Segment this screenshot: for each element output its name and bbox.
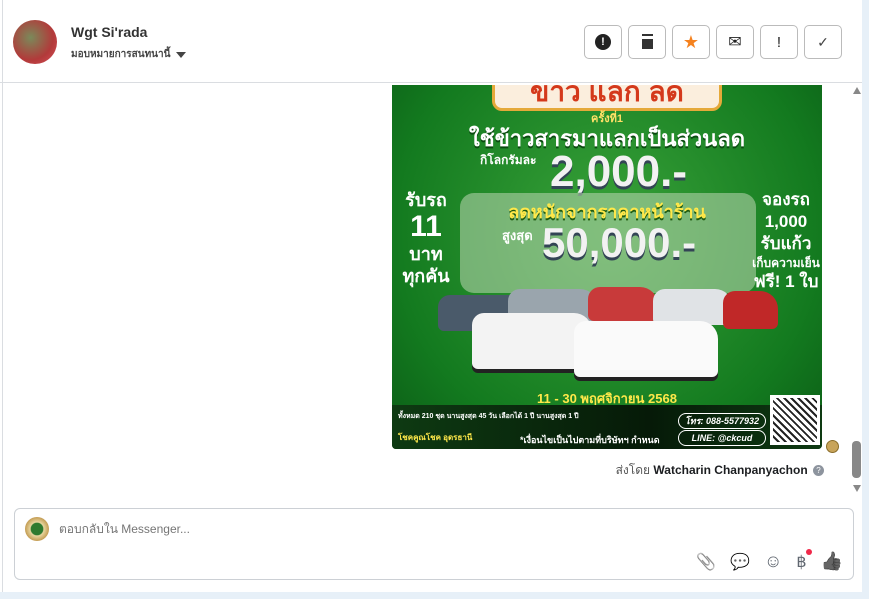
spam-button[interactable]: ! [584, 25, 622, 59]
exclamation-icon: ! [776, 33, 782, 51]
page-edge-bottom [0, 592, 869, 599]
alert-circle-icon: ! [595, 34, 611, 50]
like-icon[interactable]: 👍 [821, 551, 843, 572]
sent-by-label: ส่งโดย Watcharin Chanpanyachon ? [616, 461, 824, 480]
scroll-up-arrow[interactable] [853, 87, 861, 94]
poster-right-line: 1,000 [764, 212, 808, 231]
caret-down-icon [176, 51, 187, 58]
notification-dot [805, 548, 812, 555]
conversation-header: Wgt Si'rada มอบหมายการสนทนานี้ ! ★ ✉ ! ✓ [0, 0, 862, 83]
envelope-icon: ✉ [728, 34, 742, 51]
mark-unread-button[interactable]: ✉ [716, 25, 754, 59]
poster-right-offer: จองรถ 1,000 รับแก้ว เก็บความเย็น ฟรี! 1 … [752, 189, 820, 293]
composer-toolbar: 📎 💬 ☺ ฿ 👍 [696, 548, 843, 572]
check-icon: ✓ [817, 33, 829, 50]
poster-left-line: รับรถ [405, 190, 447, 210]
poster-left-line: 11 [410, 210, 442, 243]
delete-button[interactable] [628, 25, 666, 59]
poster-left-offer: รับรถ 11 บาท ทุกคัน [396, 189, 456, 287]
page-avatar-small [826, 440, 839, 453]
poster-right-line: รับแก้ว [760, 234, 812, 253]
scrollbar-thumb[interactable] [852, 441, 861, 478]
poster-left-line: บาท [409, 244, 443, 264]
poster-right-line: จองรถ [762, 190, 810, 209]
qr-code-icon [770, 395, 820, 445]
assign-conversation-dropdown[interactable]: มอบหมายการสนทนานี้ [71, 47, 187, 62]
conversation-actions: ! ★ ✉ ! ✓ [584, 25, 842, 59]
poster-conditions: *เงื่อนไขเป็นไปตามที่บริษัทฯ กำหนด [520, 435, 660, 445]
mark-done-button[interactable]: ✓ [804, 25, 842, 59]
poster-brand: โชคคูณโชค อุดรธานี [398, 433, 473, 442]
poster-phone: โทร: 088-5577932 [678, 413, 766, 429]
poster-left-line: ทุกคัน [402, 266, 450, 286]
trash-icon [641, 35, 653, 49]
follow-up-button[interactable]: ! [760, 25, 798, 59]
reply-input[interactable] [59, 522, 659, 536]
poster-title: ข้าว แลก ลด [492, 85, 722, 111]
page-edge [862, 0, 869, 599]
poster-amount-2: 50,000.- [542, 219, 697, 266]
poster-per-kg: กิโลกรัมละ [480, 153, 537, 167]
sender-name[interactable]: Watcharin Chanpanyachon [653, 463, 807, 477]
payment-icon[interactable]: ฿ [796, 548, 812, 572]
assign-label: มอบหมายการสนทนานี้ [71, 49, 171, 60]
poster-right-line: เก็บความเย็น [752, 256, 820, 270]
baht-icon: ฿ [796, 553, 807, 571]
help-icon[interactable]: ? [813, 465, 824, 477]
scroll-down-arrow[interactable] [853, 485, 861, 492]
star-button[interactable]: ★ [672, 25, 710, 59]
page-avatar [25, 517, 49, 541]
poster-cars-illustration [438, 285, 778, 380]
contact-name[interactable]: Wgt Si'rada [71, 24, 147, 40]
message-image-promo-poster[interactable]: ข้าว แลก ลด ครั้งที่1 ใช้ข้าวสารมาแลกเป็… [392, 85, 822, 449]
poster-line-id: LINE: @ckcud [678, 430, 766, 446]
emoji-icon[interactable]: ☺ [764, 551, 782, 572]
contact-avatar[interactable] [13, 20, 57, 64]
saved-reply-icon[interactable]: 💬 [730, 552, 750, 572]
reply-composer: 📎 💬 ☺ ฿ 👍 [14, 508, 854, 580]
poster-max-label: สูงสุด [502, 228, 533, 243]
attachment-icon[interactable]: 📎 [696, 552, 716, 572]
poster-amount-1: 2,000.- [550, 147, 687, 196]
poster-stats: ทั้งหมด 210 ชุด นานสูงสุด 45 วัน เลือกได… [398, 413, 579, 420]
sent-by-prefix: ส่งโดย [615, 463, 651, 477]
star-icon: ★ [682, 31, 700, 52]
